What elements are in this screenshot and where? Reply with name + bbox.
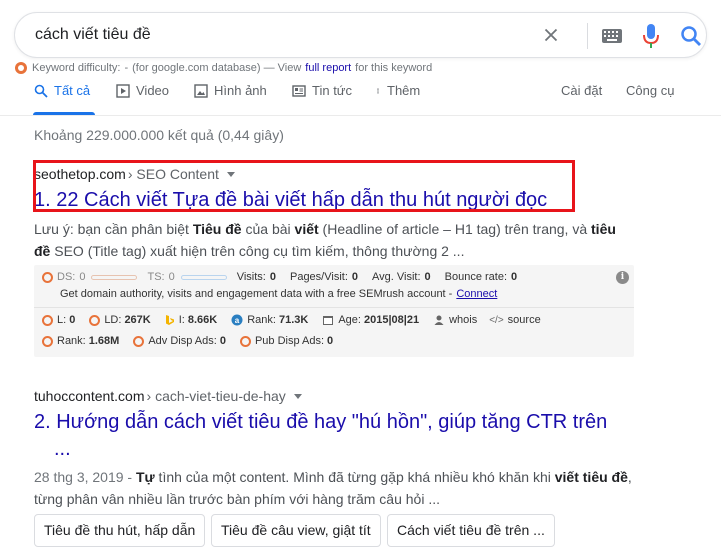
related-chip-2[interactable]: Tiêu đề câu view, giật tít (211, 514, 381, 547)
video-icon (116, 83, 130, 98)
result-1-snippet: Lưu ý: bạn cần phân biệt Tiêu đề của bài… (34, 221, 616, 259)
pub-icon (239, 335, 251, 347)
alexa-icon: a (231, 314, 243, 326)
full-report-link[interactable]: full report (305, 62, 351, 74)
tab-news-label: Tin tức (312, 83, 353, 98)
keyboard-icon[interactable] (601, 28, 623, 44)
connect-link[interactable]: Connect (456, 288, 497, 300)
panel-divider (34, 307, 634, 308)
related-chip-1[interactable]: Tiêu đề thu hút, hấp dẫn (34, 514, 206, 547)
result-2-url[interactable]: tuhoccontent.com › cach-viet-tieu-de-hay (34, 388, 302, 404)
tab-tools-label: Công cụ (626, 83, 675, 98)
semrush-row-2: Get domain authority, visits and engagem… (60, 288, 497, 300)
search-icon (34, 84, 48, 98)
result-2-title[interactable]: 2. Hướng dẫn cách viết tiêu đề hay "hú h… (34, 411, 607, 434)
search-box[interactable]: cách viết tiêu đề (14, 12, 707, 58)
tab-more[interactable]: Thêm (375, 83, 420, 98)
semrush-row-3: L: 0 LD: 267K I: 8.66K a Rank: 71.3K Age: 2015… (42, 314, 541, 326)
kd-value: - (124, 62, 129, 74)
links-icon (42, 314, 53, 326)
adv-icon (133, 335, 145, 347)
result-2-domain: tuhoccontent.com (34, 388, 145, 404)
related-chip-3[interactable]: Cách viết tiêu đề trên ... (387, 514, 555, 547)
mic-icon[interactable] (641, 23, 661, 49)
active-tab-indicator (33, 112, 95, 115)
tab-all-label: Tất cả (54, 83, 91, 98)
red-highlight-box (33, 160, 575, 212)
tab-news[interactable]: Tin tức (292, 83, 352, 98)
ds-bar (91, 274, 138, 280)
close-icon[interactable] (540, 24, 562, 46)
whois-link[interactable]: whois (449, 314, 477, 326)
search-input[interactable]: cách viết tiêu đề (35, 26, 151, 44)
bing-icon (165, 315, 174, 325)
semrush-panel: DS: 0 TS: 0 Visits: 0 Pages/Visit: 0 Avg. Vi… (34, 265, 634, 357)
source-code-icon: </> (489, 314, 504, 326)
chevron-down-icon[interactable] (293, 393, 302, 399)
tab-more-label: Thêm (387, 83, 421, 98)
semrush-rank-icon (42, 335, 53, 347)
tab-settings[interactable]: Cài đặt (561, 83, 602, 98)
source-link[interactable]: source (508, 314, 541, 326)
ld-icon (89, 314, 101, 326)
kd-suffix: for this keyword (355, 62, 433, 74)
result-2-date: 28 thg 3, 2019 - (34, 469, 136, 485)
svg-text:a: a (235, 316, 240, 325)
image-icon (194, 83, 208, 98)
tab-settings-label: Cài đặt (561, 83, 603, 98)
semrush-row-1: DS: 0 TS: 0 Visits: 0 Pages/Visit: 0 Avg. Vi… (42, 271, 531, 283)
result-2-snippet: 28 thg 3, 2019 - Tự tình của một content… (34, 469, 632, 507)
result-2-path: › cach-viet-tieu-de-hay (146, 388, 286, 404)
result-2-title-continued[interactable]: ... (54, 438, 71, 461)
tab-images-label: Hình ảnh (214, 83, 267, 98)
tab-video[interactable]: Video (116, 83, 169, 98)
ds-icon (42, 271, 53, 283)
search-tabs: Tất cả Video Hình ảnh Tin tức Thêm Cài đ… (0, 80, 721, 116)
calendar-icon (323, 316, 334, 325)
search-icon[interactable] (679, 24, 703, 48)
tab-images[interactable]: Hình ảnh (194, 83, 267, 98)
semrush-promo-text: Get domain authority, visits and engagem… (60, 288, 453, 300)
ts-bar (180, 274, 227, 280)
divider (587, 23, 588, 49)
semrush-icon (15, 62, 27, 74)
info-icon[interactable]: i (616, 271, 629, 284)
kd-database: (for google.com database) — View (132, 62, 302, 74)
kd-label: Keyword difficulty: (32, 62, 121, 74)
tab-all[interactable]: Tất cả (34, 83, 90, 98)
whois-icon (434, 315, 444, 325)
news-icon (292, 84, 306, 97)
semrush-row-4: Rank: 1.68M Adv Disp Ads: 0 Pub Disp Ads: 0 (42, 335, 347, 347)
result-stats: Khoảng 229.000.000 kết quả (0,44 giây) (34, 127, 284, 143)
more-vert-icon (377, 87, 379, 94)
keyword-difficulty-line: Keyword difficulty: - (for google.com da… (14, 61, 432, 75)
tab-tools[interactable]: Công cụ (626, 83, 674, 98)
tab-video-label: Video (136, 83, 170, 98)
